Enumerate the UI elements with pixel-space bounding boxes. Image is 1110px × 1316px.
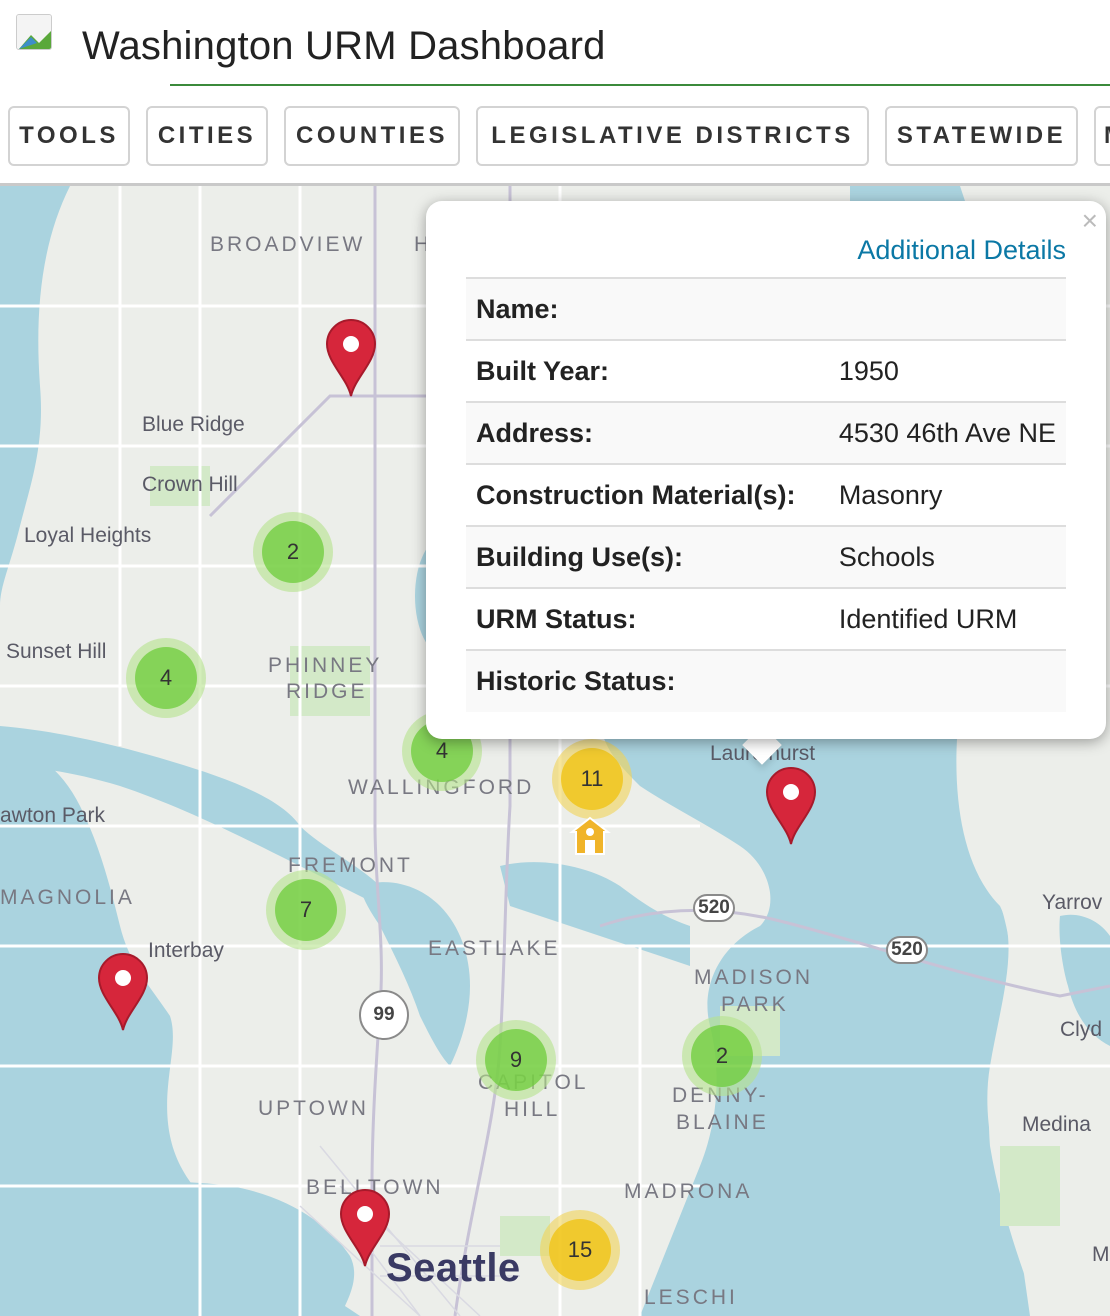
marker-cluster[interactable]: 4 [126, 638, 206, 718]
place-label: PARK [721, 993, 789, 1016]
row-label: URM Status: [476, 603, 637, 634]
place-label: awton Park [0, 804, 106, 827]
cluster-count: 4 [135, 647, 197, 709]
table-row: Construction Material(s): Masonry [466, 464, 1066, 526]
table-row: URM Status: Identified URM [466, 588, 1066, 650]
marker-cluster[interactable]: 11 [552, 739, 632, 819]
table-row: Building Use(s): Schools [466, 526, 1066, 588]
row-value: 4530 46th Ave NE [838, 417, 1056, 448]
place-label: HILL [504, 1098, 561, 1121]
counties-button[interactable]: COUNTIES [284, 106, 460, 166]
school-icon[interactable] [568, 816, 612, 856]
close-icon[interactable]: × [1082, 207, 1098, 235]
row-value: Identified URM [838, 603, 1018, 634]
place-label: Yarrov [1042, 891, 1103, 914]
row-value: 1950 [838, 355, 899, 386]
map-pin-icon[interactable] [325, 318, 377, 398]
cluster-count: 2 [262, 521, 324, 583]
place-label: BLAINE [676, 1111, 769, 1134]
marker-cluster[interactable]: 15 [540, 1210, 620, 1290]
place-label: EASTLAKE [428, 937, 561, 960]
broken-image-icon [16, 14, 52, 50]
marker-cluster[interactable]: 2 [682, 1016, 762, 1096]
row-label: Construction Material(s): [476, 479, 796, 510]
marker-cluster[interactable]: 2 [253, 512, 333, 592]
map-pin-icon[interactable] [765, 766, 817, 846]
building-info-popup: × Additional Details Name: Built Year: 1… [426, 201, 1106, 739]
table-row: Historic Status: [466, 650, 1066, 712]
place-label: Medina [1022, 1113, 1091, 1136]
page-title: Washington URM Dashboard [82, 24, 606, 68]
place-label: Loyal Heights [24, 524, 152, 547]
row-value [829, 650, 1066, 712]
cluster-count: 11 [561, 748, 623, 810]
table-row: Built Year: 1950 [466, 340, 1066, 402]
place-label: LESCHI [644, 1286, 738, 1309]
map-pin-icon[interactable] [97, 952, 149, 1032]
row-label: Built Year: [476, 355, 610, 386]
top-navigation: TOOLS CITIES COUNTIES LEGISLATIVE DISTRI… [0, 98, 1110, 186]
place-label: BROADVIEW [210, 233, 366, 256]
cluster-count: 7 [275, 879, 337, 941]
row-label: Building Use(s): [476, 541, 683, 572]
place-label: PHINNEY [268, 654, 383, 677]
row-value [829, 278, 1066, 340]
place-label: M [1092, 1243, 1110, 1266]
cluster-count: 2 [691, 1025, 753, 1087]
place-label: MAGNOLIA [0, 886, 135, 909]
app-header: Washington URM Dashboard [0, 0, 1110, 98]
place-label: Crown Hill [142, 473, 238, 496]
place-label: MADISON [694, 966, 814, 989]
row-value: Masonry [838, 479, 943, 510]
place-label: Sunset Hill [6, 640, 107, 663]
table-row: Name: [466, 278, 1066, 340]
row-label: Name: [476, 293, 559, 324]
highway-99-shield: 99 [359, 990, 409, 1040]
place-label: Interbay [148, 939, 224, 962]
legislative-districts-button[interactable]: LEGISLATIVE DISTRICTS [476, 106, 869, 166]
tools-button[interactable]: TOOLS [8, 106, 130, 166]
place-label: Clyd [1060, 1018, 1103, 1041]
marker-cluster[interactable]: 9 [476, 1020, 556, 1100]
additional-details-link[interactable]: Additional Details [857, 235, 1066, 266]
row-label: Historic Status: [476, 666, 676, 696]
marker-cluster[interactable]: 7 [266, 870, 346, 950]
row-value: Schools [838, 541, 935, 572]
highway-520-shield: 520 [886, 936, 928, 964]
title-underline [170, 84, 1110, 86]
place-label: MADRONA [624, 1180, 753, 1203]
statewide-button[interactable]: STATEWIDE [885, 106, 1078, 166]
table-row: Address: 4530 46th Ave NE [466, 402, 1066, 464]
cluster-count: 15 [549, 1219, 611, 1281]
city-label-seattle: Seattle [386, 1246, 521, 1290]
highway-520-shield: 520 [693, 894, 735, 922]
cluster-count: 9 [485, 1029, 547, 1091]
cities-button[interactable]: CITIES [146, 106, 268, 166]
row-label: Address: [476, 417, 594, 448]
place-label: UPTOWN [258, 1097, 369, 1120]
more-nav-button[interactable]: M [1094, 106, 1110, 166]
place-label: RIDGE [286, 680, 368, 703]
place-label: Blue Ridge [142, 413, 245, 436]
map-pin-icon[interactable] [339, 1188, 391, 1268]
building-details-table: Name: Built Year: 1950 Address: 4530 46t… [466, 277, 1066, 712]
